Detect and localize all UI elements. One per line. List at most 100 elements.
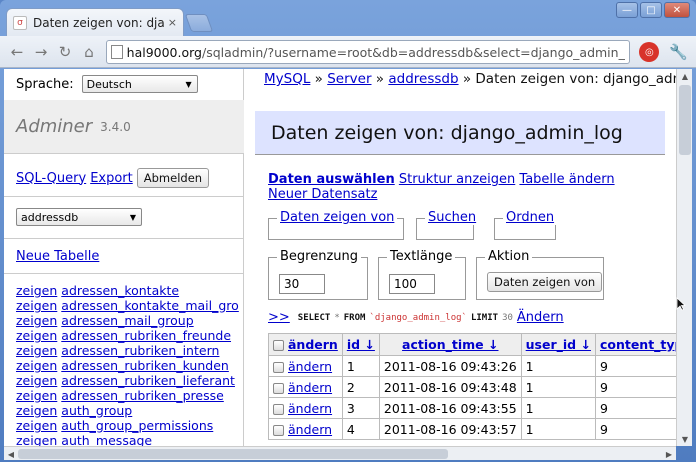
table-name-link[interactable]: auth_group_permissions [61,418,213,433]
table-name-link[interactable]: adressen_mail_group [61,313,193,328]
page-content: Sprache: Deutsch ▼ Adminer 3.4.0 SQL-Que… [4,69,676,446]
table-cell: 1 [520,355,596,377]
scroll-thumb[interactable] [679,85,691,155]
show-table-link[interactable]: zeigen [16,418,57,433]
table-name-link[interactable]: adressen_rubriken_presse [61,388,224,403]
table-name-link[interactable]: auth_message [61,433,152,446]
table-cell: 9 [594,397,676,419]
edit-all-link[interactable]: ändern [288,337,338,352]
adminer-logo[interactable]: Adminer 3.4.0 [4,100,244,154]
sql-query-link[interactable]: SQL-Query [16,171,86,186]
show-table-link[interactable]: zeigen [16,388,57,403]
table-name-link[interactable]: adressen_rubriken_intern [61,343,219,358]
table-list-item: zeigen adressen_mail_group [16,313,242,328]
scroll-down-icon[interactable]: ▼ [677,432,693,446]
new-table-link[interactable]: Neue Tabelle [16,249,99,264]
order-toggle[interactable]: Ordnen [503,210,558,225]
show-structure-link[interactable]: Struktur anzeigen [399,172,515,187]
alter-table-link[interactable]: Tabelle ändern [519,172,614,187]
search-fieldset: Suchen [416,210,480,240]
table-cell: 1 [520,418,596,440]
show-table-link[interactable]: zeigen [16,358,57,373]
show-table-link[interactable]: zeigen [16,328,57,343]
table-name-link[interactable]: adressen_rubriken_lieferant [61,373,235,388]
breadcrumb-server[interactable]: Server [327,71,371,87]
table-name-link[interactable]: auth_group [61,403,132,418]
sort-id-link[interactable]: id ↓ [347,337,375,352]
show-table-link[interactable]: zeigen [16,313,57,328]
edit-row-link[interactable]: ändern [288,422,332,437]
breadcrumb: MySQL » Server » addressdb » Daten zeige… [264,71,676,87]
new-tab-button[interactable] [184,14,214,32]
row-select-cell: ändern [268,397,343,419]
edit-row-link[interactable]: ändern [288,380,332,395]
scroll-up-icon[interactable]: ▲ [677,69,693,83]
horizontal-scrollbar[interactable]: ◀ ▶ [4,446,676,460]
scroll-thumb[interactable] [18,449,448,459]
row-select-cell: ändern [268,418,343,440]
table-cell: 3 [341,397,380,419]
close-window-icon[interactable]: ✕ [664,2,690,18]
breadcrumb-mysql[interactable]: MySQL [264,71,310,87]
sort-content-type-id-link[interactable]: content_type_id ↓ [600,337,676,352]
edit-row-link[interactable]: ändern [288,401,332,416]
home-icon[interactable]: ⌂ [80,43,98,61]
browser-tab[interactable]: σ Daten zeigen von: django × [6,8,184,36]
show-table-link[interactable]: zeigen [16,283,57,298]
show-table-link[interactable]: zeigen [16,433,57,446]
sql-toggle[interactable]: >> [268,310,290,325]
logout-button[interactable]: Abmelden [136,168,210,188]
extension-icon[interactable]: ◎ [639,42,660,62]
table-row: ändern 2 2011-08-16 09:43:48 1 9 [268,376,676,398]
table-name-link[interactable]: adressen_kontakte_mail_gro [61,298,239,313]
limit-input[interactable]: 30 [279,274,325,294]
tab-strip: σ Daten zeigen von: django × — □ ✕ [0,0,696,36]
table-list-item: zeigen auth_message [16,433,242,446]
sort-user-id-link[interactable]: user_id ↓ [526,337,591,352]
vertical-scrollbar[interactable]: ▲ ▼ [676,69,692,446]
data-table: ändern id ↓ action_time ↓ user_id ↓ cont… [268,333,676,440]
table-cell: 1 [341,355,380,377]
submit-select-button[interactable]: Daten zeigen von [487,272,603,292]
maximize-icon[interactable]: □ [640,2,662,18]
show-table-link[interactable]: zeigen [16,373,57,388]
search-toggle[interactable]: Suchen [425,210,480,225]
action-fieldset: Aktion Daten zeigen von [476,249,604,300]
minimize-icon[interactable]: — [616,2,638,18]
sql-star: * [334,312,340,323]
tab-close-icon[interactable]: × [168,16,177,29]
sql-keyword: SELECT [297,312,331,323]
select-data-link[interactable]: Daten auswählen [268,172,395,187]
browser-toolbar: ← → ↻ ⌂ hal9000.org/sqladmin/?username=r… [0,36,696,68]
table-name-link[interactable]: adressen_rubriken_freunde [61,328,231,343]
row-checkbox[interactable] [273,382,284,394]
columns-toggle[interactable]: Daten zeigen von [277,210,398,225]
columns-fieldset: Daten zeigen von [268,210,404,240]
table-name-link[interactable]: adressen_rubriken_kunden [61,358,229,373]
language-select[interactable]: Deutsch ▼ [81,75,198,93]
show-table-link[interactable]: zeigen [16,343,57,358]
address-bar[interactable]: hal9000.org/sqladmin/?username=root&db=a… [106,40,630,64]
select-all-checkbox[interactable] [273,340,284,351]
show-table-link[interactable]: zeigen [16,298,57,313]
edit-sql-link[interactable]: Ändern [517,310,564,325]
row-checkbox[interactable] [273,361,284,373]
row-checkbox[interactable] [273,424,284,436]
wrench-icon[interactable]: 🔧 [669,43,688,61]
forward-icon[interactable]: → [32,43,50,61]
new-item-link[interactable]: Neuer Datensatz [268,187,377,202]
row-checkbox[interactable] [273,403,284,415]
reload-icon[interactable]: ↻ [56,43,74,61]
show-table-link[interactable]: zeigen [16,403,57,418]
edit-row-link[interactable]: ändern [288,359,332,374]
breadcrumb-db[interactable]: addressdb [388,71,458,87]
text-length-input[interactable]: 100 [389,274,435,294]
scroll-right-icon[interactable]: ▶ [662,447,676,461]
database-select[interactable]: addressdb ▼ [16,208,142,226]
sort-action-time-link[interactable]: action_time ↓ [402,337,498,352]
back-icon[interactable]: ← [8,43,26,61]
export-link[interactable]: Export [90,171,133,186]
scroll-left-icon[interactable]: ◀ [4,447,18,461]
column-header: content_type_id ↓ [594,333,676,356]
table-name-link[interactable]: adressen_kontakte [61,283,179,298]
